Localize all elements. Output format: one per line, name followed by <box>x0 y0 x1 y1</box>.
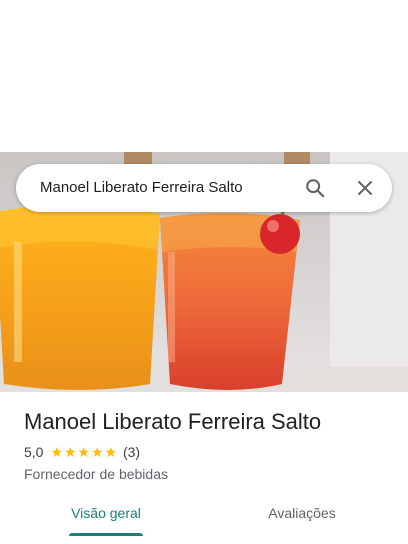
star-icon: ★ <box>63 444 77 460</box>
review-count[interactable]: (3) <box>123 444 140 460</box>
rating-stars: ★ ★ ★ ★ ★ <box>50 445 118 459</box>
place-tabs: Visão geral Avaliações <box>0 494 408 536</box>
place-title: Manoel Liberato Ferreira Salto <box>24 409 322 434</box>
active-tab-indicator <box>69 533 143 536</box>
star-icon: ★ <box>77 444 91 460</box>
place-category[interactable]: Fornecedor de bebidas <box>24 465 168 483</box>
place-page: Manoel Liberato Ferreira Salto Manoel Li… <box>0 0 408 544</box>
tab-overview-label: Visão geral <box>71 505 141 521</box>
rating-row[interactable]: 5,0 ★ ★ ★ ★ ★ (3) <box>24 443 140 461</box>
search-bar[interactable]: Manoel Liberato Ferreira Salto <box>16 164 392 212</box>
close-icon <box>358 181 372 195</box>
star-icon: ★ <box>104 444 118 460</box>
search-icon <box>306 179 325 198</box>
star-icon: ★ <box>50 444 64 460</box>
tab-reviews-label: Avaliações <box>268 505 336 521</box>
search-input[interactable]: Manoel Liberato Ferreira Salto <box>40 164 243 212</box>
rating-value: 5,0 <box>24 444 44 460</box>
tab-reviews[interactable]: Avaliações <box>264 494 340 536</box>
close-button[interactable] <box>350 173 380 203</box>
search-button[interactable] <box>300 173 330 203</box>
star-icon: ★ <box>90 444 104 460</box>
tab-overview[interactable]: Visão geral <box>69 494 143 536</box>
